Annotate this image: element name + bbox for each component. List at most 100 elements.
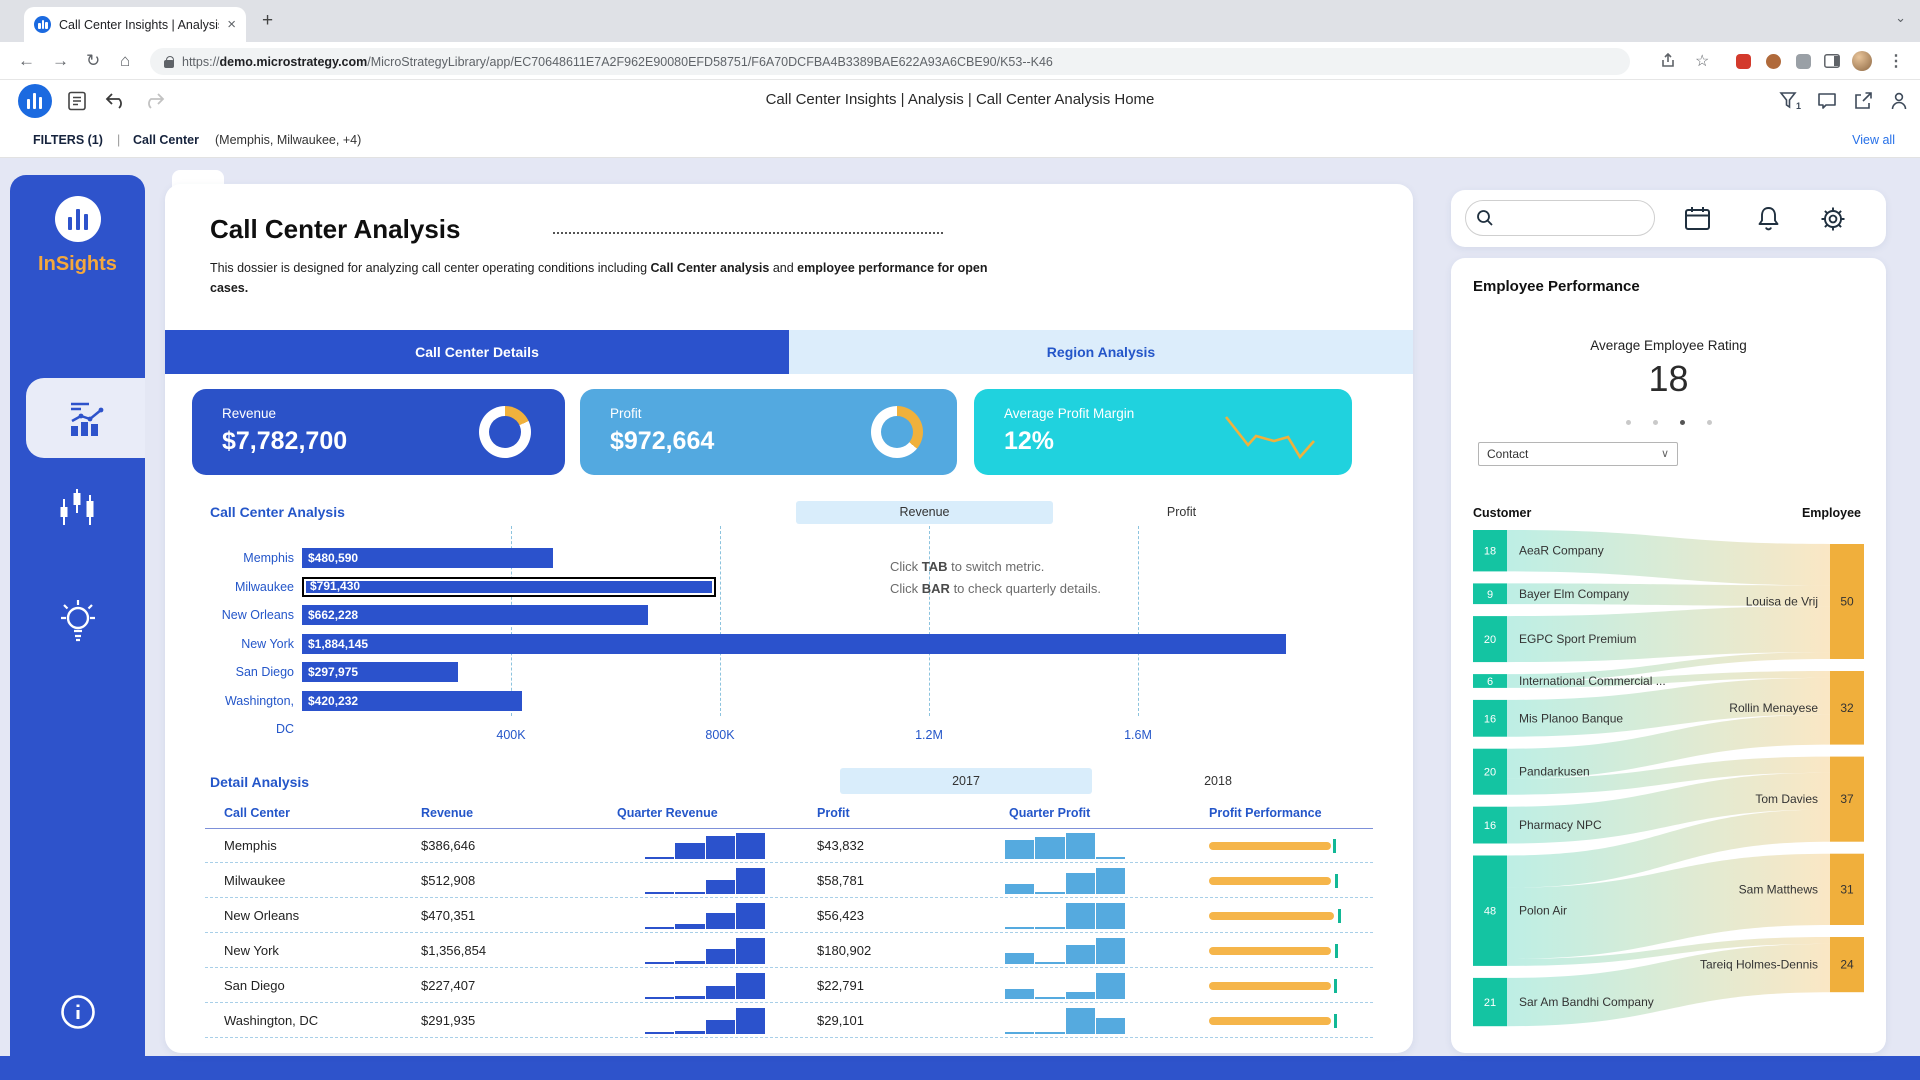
bar-new-orleans[interactable]: $662,228 [302,605,648,625]
share-page-icon[interactable] [1660,53,1676,69]
column-header[interactable]: Profit [817,806,850,820]
svg-text:1: 1 [1796,101,1801,111]
search-input[interactable] [1500,211,1630,226]
sankey-chart[interactable]: 18AeaR Company9Bayer Elm Company20EGPC S… [1473,530,1864,1030]
dot[interactable] [1707,420,1712,425]
browser-tab[interactable]: Call Center Insights | Analysis | × [24,7,246,42]
svg-text:32: 32 [1840,701,1854,715]
profile-avatar[interactable] [1852,51,1872,71]
filter-name[interactable]: Call Center [133,133,199,147]
search-box[interactable] [1465,200,1655,236]
address-bar[interactable]: https://demo.microstrategy.com/MicroStra… [150,48,1630,75]
profit-performance-bullet [1209,912,1339,920]
dot[interactable] [1653,420,1658,425]
tab-region-analysis[interactable]: Region Analysis [789,330,1413,374]
sankey-left-label: Bayer Elm Company [1519,587,1629,601]
quarter-mini-chart[interactable] [1005,938,1125,964]
extension-avatar-icon[interactable] [1766,54,1781,69]
share-export-icon[interactable] [1852,90,1874,112]
account-person-icon[interactable] [1888,90,1910,112]
detail-table: Call Center Revenue Quarter Revenue Profit Q… [205,800,1373,1050]
column-header[interactable]: Revenue [421,806,473,820]
dot[interactable] [1680,420,1685,425]
sankey-left-label: Mis Planoo Banque [1519,711,1623,725]
axis-tick-label: 800K [690,728,750,742]
new-tab-button[interactable]: + [262,10,273,32]
year-tab-2017[interactable]: 2017 [840,768,1092,794]
quarter-mini-chart[interactable] [1005,833,1125,859]
table-cell: San Diego [224,968,285,1003]
contact-select[interactable]: Contact∨ [1478,442,1678,466]
svg-text:9: 9 [1487,589,1493,601]
kpi-label: Average Profit Margin [1004,406,1134,421]
column-header[interactable]: Quarter Profit [1009,806,1090,820]
bar-milwaukee[interactable]: $791,430 [302,577,716,597]
column-header[interactable]: Call Center [224,806,290,820]
bookmark-star-icon[interactable]: ☆ [1695,51,1709,71]
tab-call-center-details[interactable]: Call Center Details [165,330,789,374]
bar-san-diego[interactable]: $297,975 [302,662,458,682]
notifications-bell-icon[interactable] [1755,205,1782,232]
quarter-mini-chart[interactable] [1005,868,1125,894]
bar-new-york[interactable]: $1,884,145 [302,634,1286,654]
filter-values[interactable]: (Memphis, Milwaukee, +4) [215,133,361,147]
svg-text:16: 16 [1484,713,1496,725]
filter-funnel-icon[interactable]: 1 [1778,90,1802,112]
quarter-mini-chart[interactable] [1005,903,1125,929]
lock-icon [164,56,174,68]
column-header[interactable]: Profit Performance [1209,806,1322,820]
side-panel-icon[interactable] [1824,54,1840,68]
dot[interactable] [1626,420,1631,425]
sidebar: InSights [10,175,145,1080]
back-button[interactable]: ← [18,51,35,71]
sidebar-item-insights[interactable] [54,593,102,645]
pagination-dots[interactable] [1451,412,1886,430]
quarter-mini-chart[interactable] [645,938,765,964]
table-row[interactable]: San Diego$227,407$22,791 [205,968,1373,1003]
quarter-mini-chart[interactable] [645,1008,765,1034]
dossier-breadcrumb-title: Call Center Insights | Analysis | Call C… [0,91,1920,108]
quarter-mini-chart[interactable] [645,903,765,929]
extension-puzzle-icon[interactable] [1796,54,1811,69]
bar-memphis[interactable]: $480,590 [302,548,553,568]
quarter-mini-chart[interactable] [1005,1008,1125,1034]
comments-icon[interactable] [1816,90,1838,112]
kpi-profit-card[interactable]: Profit $972,664 [580,389,957,475]
bar-category-label: New York [205,630,294,658]
filters-label[interactable]: FILTERS (1) [33,133,103,147]
quarter-mini-chart[interactable] [1005,973,1125,999]
year-tab-2018[interactable]: 2018 [1092,768,1344,794]
quarter-mini-chart[interactable] [645,868,765,894]
table-row[interactable]: Memphis$386,646$43,832 [205,828,1373,863]
calendar-icon[interactable] [1684,205,1711,232]
sidebar-item-dashboard-selected[interactable] [26,378,145,458]
kpi-margin-card[interactable]: Average Profit Margin 12% [974,389,1352,475]
tab-close-icon[interactable]: × [227,16,236,33]
table-row[interactable]: Milwaukee$512,908$58,781 [205,863,1373,898]
donut-gauge-icon [479,406,531,458]
table-row[interactable]: Washington, DC$291,935$29,101 [205,1003,1373,1038]
home-button[interactable]: ⌂ [120,51,130,71]
table-row[interactable]: New York$1,356,854$180,902 [205,933,1373,968]
sidebar-item-info[interactable] [59,993,97,1031]
metric-tab-profit[interactable]: Profit [1053,501,1310,524]
table-row[interactable]: New Orleans$470,351$56,423 [205,898,1373,933]
sidebar-item-stocks[interactable] [56,485,100,533]
bar-washington-dc[interactable]: $420,232 [302,691,522,711]
chart-hint: Click TAB to switch metric. Click BAR to… [890,556,1230,600]
quarter-mini-chart[interactable] [645,973,765,999]
forward-button[interactable]: → [52,51,69,71]
table-cell: $291,935 [421,1003,475,1038]
kpi-revenue-card[interactable]: Revenue $7,782,700 [192,389,565,475]
metric-tab-revenue[interactable]: Revenue [796,501,1053,524]
insights-logo-icon[interactable] [55,196,101,242]
view-all-link[interactable]: View all [1852,133,1895,147]
extension-red-icon[interactable] [1736,54,1751,69]
column-header[interactable]: Quarter Revenue [617,806,718,820]
settings-gear-icon[interactable] [1819,205,1847,233]
browser-menu-icon[interactable]: ⋮ [1888,51,1904,71]
title-dotted-rule [553,232,943,234]
quarter-mini-chart[interactable] [645,833,765,859]
tab-search-chevron-icon[interactable]: ⌄ [1895,10,1906,26]
reload-button[interactable]: ↻ [86,51,100,71]
